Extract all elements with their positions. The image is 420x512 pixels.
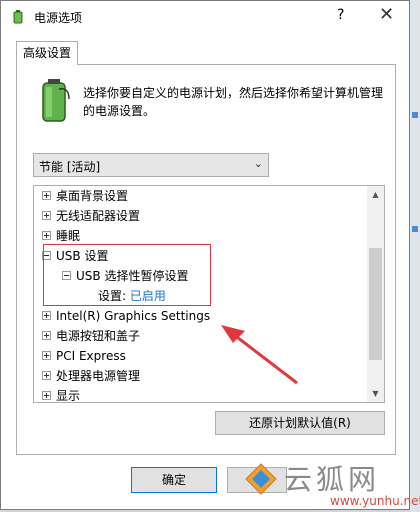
scroll-up-arrow-icon[interactable]: ▲ [367, 186, 384, 203]
watermark: 云狐网 www.yunhu.net [240, 456, 420, 512]
watermark-url: www.yunhu.net [330, 494, 420, 508]
close-button[interactable]: ✕ [379, 4, 394, 25]
description-text: 选择你要自定义的电源计划，然后选择你希望计算机管理的电源设置。 [83, 86, 384, 118]
watermark-logo-icon [245, 463, 277, 495]
power-options-icon [13, 10, 23, 24]
background-mark [412, 226, 418, 232]
restore-defaults-button[interactable]: 还原计划默认值(R) [215, 411, 385, 435]
expand-icon[interactable] [42, 371, 51, 380]
battery-icon [42, 79, 70, 122]
tree-item-intel-graphics[interactable]: Intel(R) Graphics Settings [42, 306, 210, 326]
power-plan-value: 节能 [活动] [39, 160, 101, 174]
tree-item-label: 电源按钮和盖子 [56, 329, 141, 343]
expand-icon[interactable] [42, 231, 51, 240]
scroll-thumb[interactable] [369, 248, 382, 360]
tree-item-label: 桌面背景设置 [56, 189, 129, 203]
expand-icon[interactable] [42, 391, 51, 400]
window-title: 电源选项 [34, 11, 83, 25]
scroll-down-arrow-icon[interactable]: ▼ [367, 385, 384, 402]
tree-item-sleep[interactable]: 睡眠 [42, 226, 80, 246]
help-button[interactable]: ? [337, 7, 344, 23]
tree-item-label: 无线适配器设置 [56, 209, 141, 223]
chevron-down-icon: ⌄ [253, 157, 263, 170]
ok-button[interactable]: 确定 [131, 467, 217, 493]
titlebar: 电源选项 ? ✕ [1, 1, 409, 31]
tree-item-processor-power[interactable]: 处理器电源管理 [42, 366, 140, 386]
tree-item-label: 显示 [56, 389, 81, 403]
tree-item-desktop-background[interactable]: 桌面背景设置 [42, 186, 128, 206]
expand-icon[interactable] [42, 311, 51, 320]
tree-item-label: 处理器电源管理 [56, 369, 141, 383]
tree-scrollbar[interactable]: ▲ ▼ [367, 186, 384, 402]
background-mark [412, 112, 418, 118]
background-strip [410, 0, 420, 512]
expand-icon[interactable] [42, 351, 51, 360]
power-options-dialog: 电源选项 ? ✕ 高级设置 选择你要自定义的电源计划，然后选择你希望计算机管理的… [0, 0, 410, 510]
usb-settings-highlight [43, 244, 211, 306]
expand-icon[interactable] [42, 191, 51, 200]
tree-item-display[interactable]: 显示 [42, 386, 81, 403]
expand-icon[interactable] [42, 211, 51, 220]
tab-advanced-settings[interactable]: 高级设置 [16, 41, 78, 65]
red-arrow-annotation [221, 325, 298, 385]
tree-item-label: 睡眠 [56, 229, 81, 243]
expand-icon[interactable] [42, 331, 51, 340]
tree-item-label: Intel(R) Graphics Settings [56, 309, 211, 323]
tree-item-wireless-adapter[interactable]: 无线适配器设置 [42, 206, 140, 226]
tree-item-pci-express[interactable]: PCI Express [42, 346, 126, 366]
tree-item-power-buttons-lid[interactable]: 电源按钮和盖子 [42, 326, 140, 346]
watermark-text: 云狐网 [284, 463, 381, 496]
tree-item-label: PCI Express [56, 349, 126, 363]
power-plan-select[interactable]: 节能 [活动] ⌄ [33, 153, 269, 177]
